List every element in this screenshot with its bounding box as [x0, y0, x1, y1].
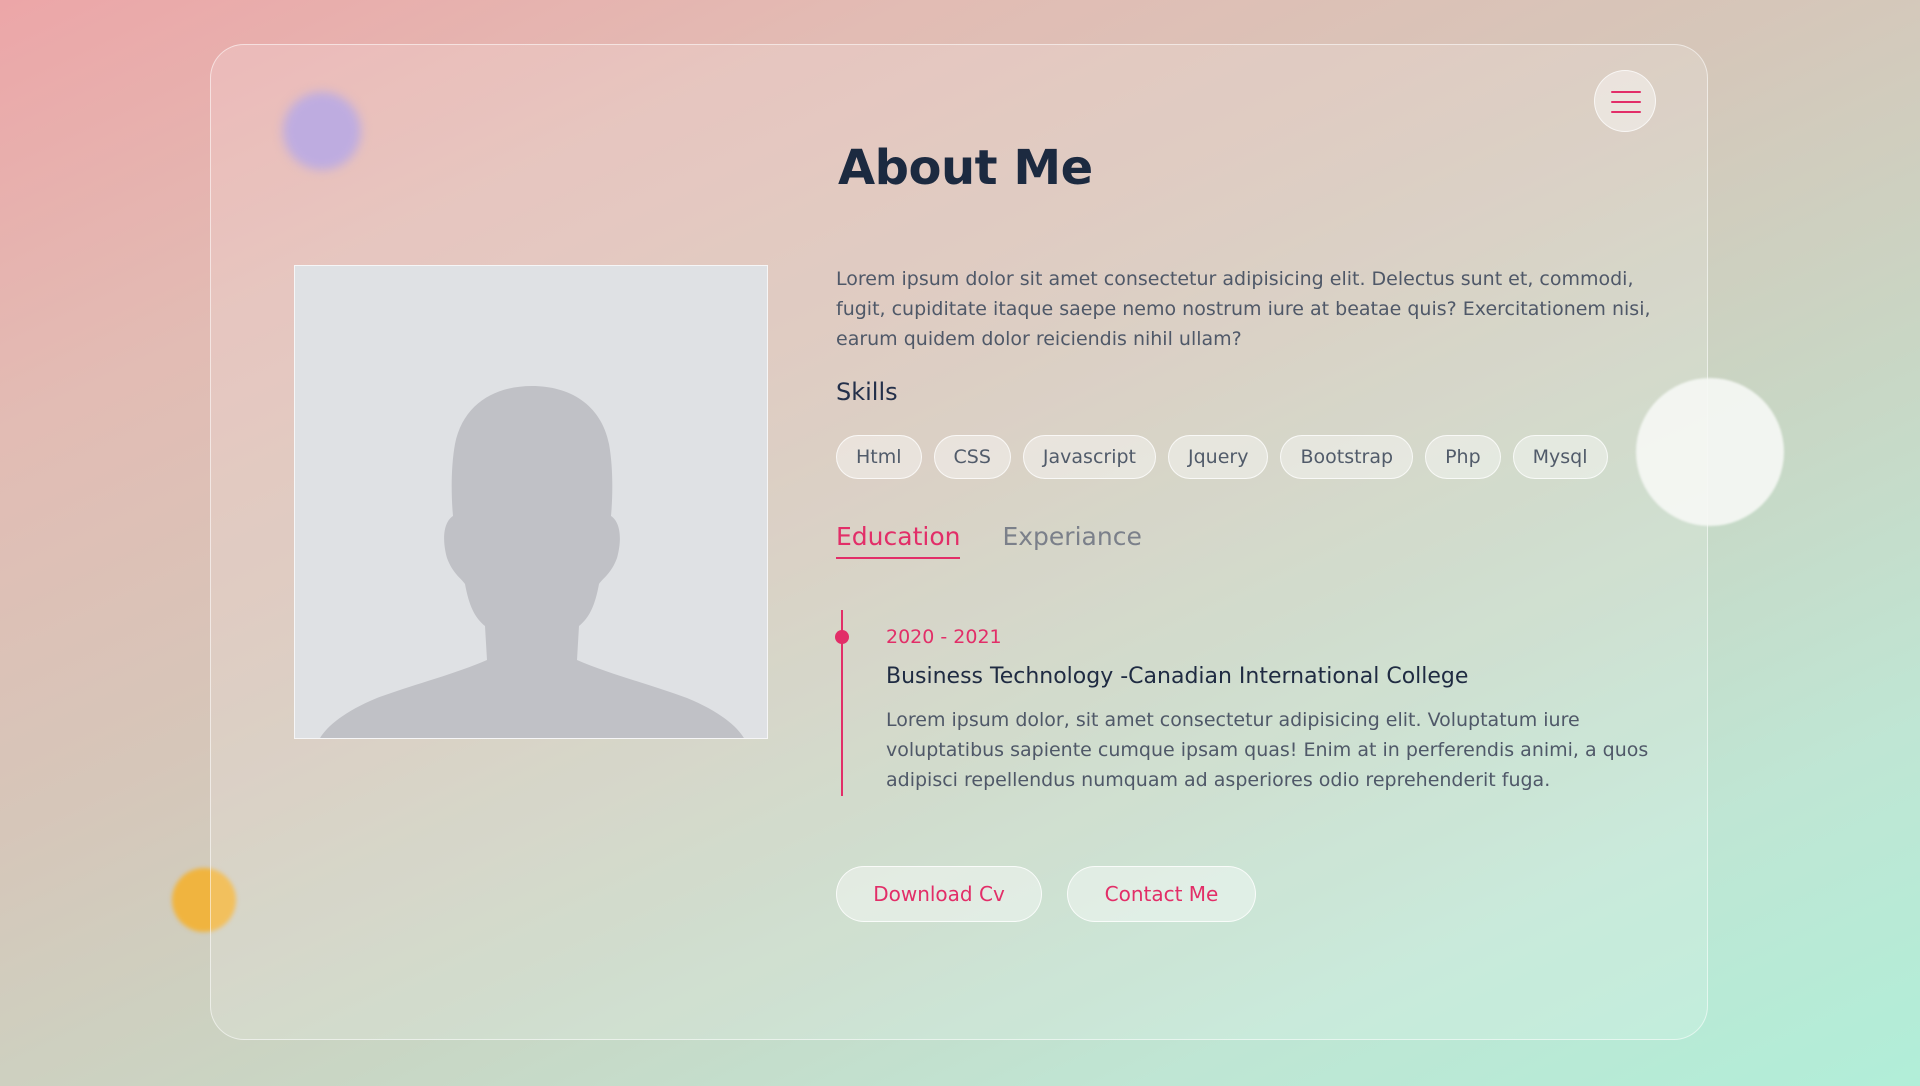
intro-paragraph: Lorem ipsum dolor sit amet consectetur a…: [836, 268, 1651, 350]
timeline-dot: [835, 630, 849, 644]
skill-chip-javascript: Javascript: [1022, 435, 1157, 479]
skill-chip-html: Html: [836, 435, 922, 479]
timeline-title: Business Technology -Canadian Internatio…: [886, 664, 1469, 689]
skill-chip-php: Php: [1425, 435, 1501, 479]
menu-button[interactable]: [1594, 70, 1656, 132]
page-title: About Me: [838, 140, 1093, 196]
tab-bar: Education Experiance: [836, 522, 1142, 559]
decorative-white-blob: [1636, 378, 1784, 526]
person-silhouette-icon: [320, 386, 744, 738]
skills-heading: Skills: [836, 378, 898, 406]
timeline-date: 2020 - 2021: [886, 626, 1002, 648]
skill-chip-mysql: Mysql: [1512, 435, 1608, 479]
timeline-description: Lorem ipsum dolor, sit amet consectetur …: [886, 709, 1649, 791]
skill-chip-jquery: Jquery: [1168, 435, 1269, 479]
tab-education[interactable]: Education: [836, 522, 961, 559]
contact-me-button[interactable]: Contact Me: [1067, 866, 1256, 922]
download-cv-button[interactable]: Download Cv: [836, 866, 1042, 922]
tab-experiance[interactable]: Experiance: [1002, 522, 1141, 559]
skills-list: Html CSS Javascript Jquery Bootstrap Php…: [836, 435, 1608, 479]
profile-photo: [294, 265, 768, 739]
skill-chip-css: CSS: [933, 435, 1011, 479]
skill-chip-bootstrap: Bootstrap: [1280, 435, 1414, 479]
